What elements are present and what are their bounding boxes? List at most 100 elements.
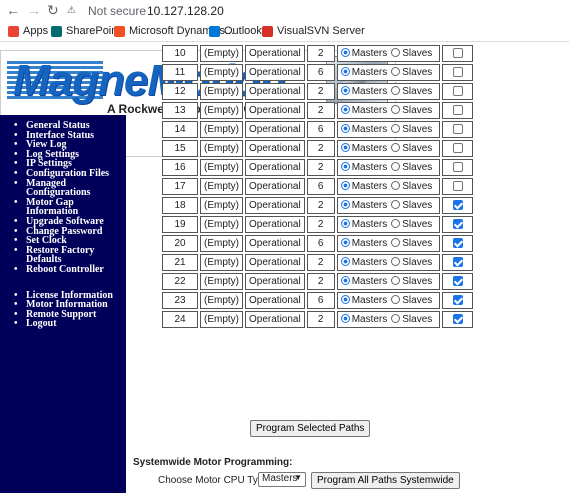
path-count: 2 xyxy=(306,311,335,328)
select-path-checkbox[interactable] xyxy=(452,257,463,268)
path-number: 18 xyxy=(162,197,198,214)
sidebar-menu-account: License InformationMotor InformationRemo… xyxy=(0,290,126,329)
table-row: 10 (Empty) Operational 2 Masters Slaves xyxy=(162,45,474,62)
slaves-radio[interactable] xyxy=(391,105,401,114)
slaves-radio[interactable] xyxy=(391,238,401,247)
radio-label: Masters xyxy=(351,105,388,116)
select-path-checkbox[interactable] xyxy=(452,105,463,116)
path-count: 2 xyxy=(306,216,335,233)
path-status: Operational xyxy=(245,235,305,252)
slaves-radio[interactable] xyxy=(391,314,401,323)
masters-radio[interactable] xyxy=(340,48,350,57)
path-name: (Empty) xyxy=(200,273,243,290)
masters-radio[interactable] xyxy=(340,200,350,209)
select-path-checkbox[interactable] xyxy=(452,276,463,287)
path-number: 21 xyxy=(162,254,198,271)
masters-radio[interactable] xyxy=(340,276,350,285)
slaves-radio[interactable] xyxy=(391,219,401,228)
radio-label: Masters xyxy=(351,67,388,78)
masters-radio[interactable] xyxy=(340,295,350,304)
slaves-radio[interactable] xyxy=(391,86,401,95)
sidebar: General StatusInterface StatusView LogLo… xyxy=(0,115,126,493)
paths-table: 10 (Empty) Operational 2 Masters Slaves 11 (Emp… xyxy=(160,43,475,330)
masters-radio[interactable] xyxy=(340,181,350,190)
path-status: Operational xyxy=(245,273,305,290)
table-row: 13 (Empty) Operational 2 Masters Slaves xyxy=(162,102,474,119)
program-all-paths-button[interactable]: Program All Paths Systemwide xyxy=(311,472,460,489)
select-path-checkbox[interactable] xyxy=(452,143,463,154)
path-name: (Empty) xyxy=(200,292,243,309)
masters-radio[interactable] xyxy=(340,143,350,152)
path-number: 14 xyxy=(162,121,198,138)
bookmark-item[interactable]: SharePoint xyxy=(51,25,120,37)
select-path-checkbox[interactable] xyxy=(452,124,463,135)
mode-cell: Masters Slaves xyxy=(336,197,441,214)
sidebar-link[interactable]: Logout xyxy=(14,319,126,329)
sidebar-link[interactable]: Managed Configurations xyxy=(14,178,126,198)
path-name: (Empty) xyxy=(200,311,243,328)
path-count: 6 xyxy=(306,121,335,138)
path-number: 10 xyxy=(162,45,198,62)
path-name: (Empty) xyxy=(200,254,243,271)
path-number: 16 xyxy=(162,159,198,176)
bookmark-item[interactable]: Outlook xyxy=(209,25,262,37)
masters-radio[interactable] xyxy=(340,314,350,323)
masters-radio[interactable] xyxy=(340,219,350,228)
sidebar-link[interactable]: Reboot Controller xyxy=(14,265,126,275)
table-row: 18 (Empty) Operational 2 Masters Slaves xyxy=(162,197,474,214)
select-path-checkbox[interactable] xyxy=(452,67,463,78)
bookmark-label: Outlook xyxy=(224,25,262,37)
program-selected-paths-button[interactable]: Program Selected Paths xyxy=(250,420,371,437)
slaves-radio[interactable] xyxy=(391,295,401,304)
sidebar-link[interactable]: Motor Gap Information xyxy=(14,197,126,217)
path-status: Operational xyxy=(245,102,305,119)
cpu-type-select[interactable]: Masters ▼ xyxy=(258,472,306,487)
select-path-checkbox[interactable] xyxy=(452,295,463,306)
table-row: 11 (Empty) Operational 6 Masters Slaves xyxy=(162,64,474,81)
path-count: 2 xyxy=(306,254,335,271)
select-path-checkbox[interactable] xyxy=(452,200,463,211)
select-path-checkbox[interactable] xyxy=(452,162,463,173)
masters-radio[interactable] xyxy=(340,124,350,133)
bookmark-item[interactable]: VisualSVN Server xyxy=(262,25,365,37)
slaves-radio[interactable] xyxy=(391,162,401,171)
slaves-radio[interactable] xyxy=(391,143,401,152)
radio-label: Masters xyxy=(351,86,388,97)
forward-arrow-icon[interactable]: → xyxy=(27,2,41,18)
select-path-checkbox[interactable] xyxy=(452,314,463,325)
slaves-radio[interactable] xyxy=(391,67,401,76)
chevron-down-icon: ▼ xyxy=(294,473,302,482)
masters-radio[interactable] xyxy=(340,238,350,247)
slaves-radio[interactable] xyxy=(391,200,401,209)
masters-radio[interactable] xyxy=(340,86,350,95)
select-path-checkbox[interactable] xyxy=(452,48,463,59)
radio-label: Masters xyxy=(351,295,388,306)
select-path-checkbox[interactable] xyxy=(452,86,463,97)
sidebar-link[interactable]: Restore Factory Defaults xyxy=(14,245,126,265)
slaves-radio[interactable] xyxy=(391,257,401,266)
slaves-radio[interactable] xyxy=(391,124,401,133)
radio-label: Slaves xyxy=(402,257,433,268)
select-path-checkbox[interactable] xyxy=(452,238,463,249)
bookmark-item[interactable]: Apps xyxy=(8,25,48,37)
masters-radio[interactable] xyxy=(340,257,350,266)
table-row: 14 (Empty) Operational 6 Masters Slaves xyxy=(162,121,474,138)
mode-cell: Masters Slaves xyxy=(336,254,441,271)
back-arrow-icon[interactable]: ← xyxy=(6,2,20,18)
slaves-radio[interactable] xyxy=(391,276,401,285)
masters-radio[interactable] xyxy=(340,162,350,171)
select-path-checkbox[interactable] xyxy=(452,181,463,192)
masters-radio[interactable] xyxy=(340,67,350,76)
mode-cell: Masters Slaves xyxy=(336,83,441,100)
reload-icon[interactable]: ↻ xyxy=(47,2,59,19)
radio-label: Masters xyxy=(351,162,388,173)
select-cell xyxy=(442,273,474,290)
slaves-radio[interactable] xyxy=(391,48,401,57)
select-path-checkbox[interactable] xyxy=(452,219,463,230)
slaves-radio[interactable] xyxy=(391,181,401,190)
url-field[interactable]: 10.127.128.20 xyxy=(147,4,224,18)
outlook-icon xyxy=(209,25,220,37)
sharepoint-icon xyxy=(51,25,62,37)
masters-radio[interactable] xyxy=(340,105,350,114)
warning-icon[interactable]: ⚠ xyxy=(67,5,76,16)
